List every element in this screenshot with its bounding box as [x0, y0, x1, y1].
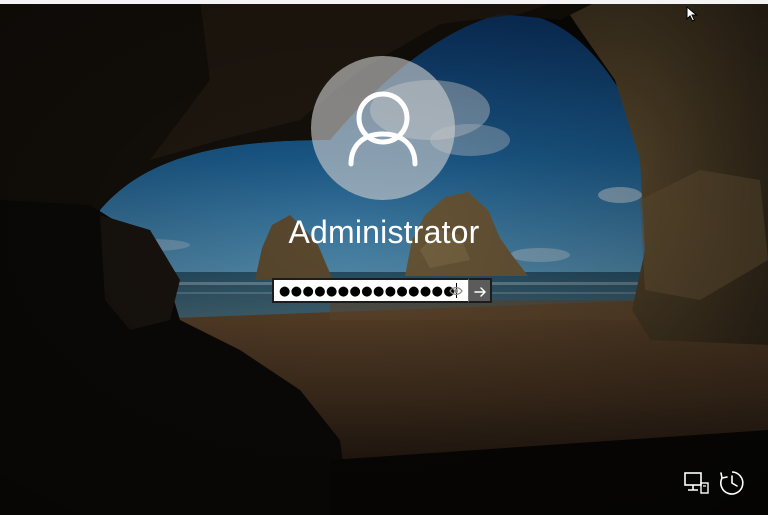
password-masked-value: ●●●●●●●●●●●●●●● — [279, 283, 458, 299]
network-button[interactable] — [682, 469, 710, 497]
lock-screen: Administrator ●●●●●●●●●●●●●●● — [0, 0, 768, 515]
ease-of-access-icon — [720, 471, 744, 495]
user-icon — [348, 91, 418, 167]
mouse-pointer-icon — [686, 6, 698, 22]
top-edge-bar — [0, 0, 768, 4]
eye-icon[interactable] — [448, 284, 464, 298]
submit-button[interactable] — [468, 278, 492, 303]
username-label: Administrator — [288, 214, 480, 250]
password-input[interactable]: ●●●●●●●●●●●●●●● — [272, 278, 468, 303]
user-avatar — [311, 56, 455, 200]
ease-of-access-button[interactable] — [718, 469, 746, 497]
password-row: ●●●●●●●●●●●●●●● — [272, 278, 492, 303]
arrow-right-icon — [474, 287, 486, 297]
network-icon — [684, 472, 709, 494]
